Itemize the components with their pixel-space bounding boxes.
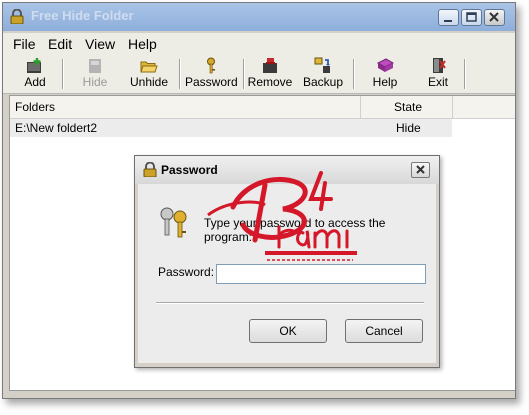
table-row[interactable]: E:\New foldert2 Hide: [10, 119, 452, 137]
window-title: Free Hide Folder: [31, 8, 134, 23]
add-folder-icon: [27, 58, 41, 73]
menu-help[interactable]: Help: [128, 36, 157, 52]
unhide-button[interactable]: Unhide: [127, 57, 171, 91]
open-folder-icon: [140, 61, 158, 73]
close-icon: [416, 165, 425, 174]
password-input[interactable]: [216, 264, 426, 284]
lock-icon: [10, 9, 24, 24]
close-button[interactable]: [484, 9, 505, 26]
menu-bar: File Edit View Help: [3, 33, 515, 55]
column-header-state[interactable]: State: [394, 100, 422, 114]
exit-label: Exit: [427, 75, 448, 89]
lock-icon: [143, 162, 157, 177]
unhide-label: Unhide: [129, 75, 169, 89]
folder-path: E:\New foldert2: [15, 121, 98, 135]
remove-folder-icon: [263, 58, 277, 73]
column-divider[interactable]: [360, 96, 361, 118]
exit-button[interactable]: Exit: [423, 57, 453, 91]
help-label: Help: [372, 75, 398, 89]
help-button[interactable]: Help: [366, 57, 404, 91]
menu-view[interactable]: View: [85, 36, 115, 52]
toolbar: Add Hide Unhide Password Remove Backup H…: [3, 55, 515, 94]
toolbar-separator: [464, 59, 466, 89]
ok-button[interactable]: OK: [249, 319, 327, 343]
column-header-folders[interactable]: Folders: [15, 100, 55, 114]
hide-icon: [89, 59, 101, 73]
menu-edit[interactable]: Edit: [48, 36, 72, 52]
key-icon: [207, 57, 215, 74]
close-icon: [489, 12, 499, 22]
minimize-button[interactable]: [438, 9, 459, 26]
exit-door-icon: [433, 58, 446, 73]
maximize-icon: [466, 12, 477, 22]
dialog-body: Type your password to access the program…: [138, 184, 436, 363]
minimize-icon: [444, 20, 452, 22]
backup-label: Backup: [302, 75, 344, 89]
toolbar-separator: [62, 59, 64, 89]
help-book-icon: [376, 58, 394, 72]
dialog-divider: [156, 302, 424, 304]
cancel-button[interactable]: Cancel: [345, 319, 423, 343]
menu-file[interactable]: File: [13, 36, 36, 52]
add-label: Add: [24, 75, 46, 89]
toolbar-separator: [179, 59, 181, 89]
backup-icon: [314, 57, 330, 73]
dialog-prompt: Type your password to access the program…: [204, 216, 386, 244]
hide-button[interactable]: Hide: [73, 57, 117, 91]
maximize-button[interactable]: [461, 9, 482, 26]
dialog-title: Password: [161, 163, 218, 177]
password-field-label: Password:: [158, 265, 215, 279]
password-label: Password: [185, 75, 238, 89]
column-divider[interactable]: [452, 96, 453, 118]
backup-button[interactable]: Backup: [301, 57, 345, 91]
dialog-title-bar[interactable]: Password: [135, 156, 439, 184]
hide-label: Hide: [82, 75, 108, 89]
cancel-label: Cancel: [365, 324, 403, 338]
dialog-close-button[interactable]: [411, 162, 430, 178]
add-button[interactable]: Add: [15, 57, 55, 91]
password-dialog: Password Type your password to access th…: [134, 155, 440, 368]
list-header: Folders State: [10, 96, 515, 119]
ok-label: OK: [279, 324, 297, 338]
remove-button[interactable]: Remove: [247, 57, 293, 91]
title-bar[interactable]: Free Hide Folder: [3, 3, 515, 31]
toolbar-separator: [243, 59, 245, 89]
folder-state: Hide: [396, 121, 421, 135]
password-button[interactable]: Password: [185, 57, 238, 91]
toolbar-separator: [353, 59, 355, 89]
remove-label: Remove: [247, 75, 293, 89]
keys-icon: [160, 207, 187, 238]
